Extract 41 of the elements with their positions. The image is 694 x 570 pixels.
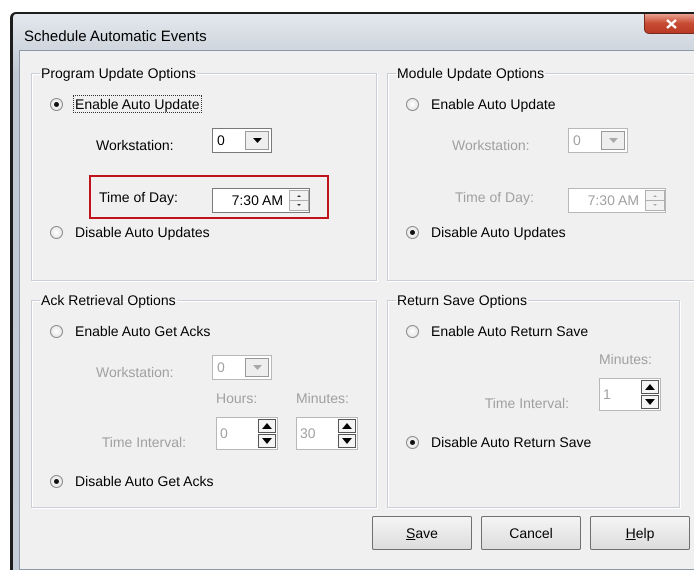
unit-label: Minutes: bbox=[296, 390, 350, 406]
radio-label[interactable]: Disable Auto Return Save bbox=[429, 433, 594, 451]
radio-button[interactable] bbox=[406, 98, 419, 110]
radio-button[interactable] bbox=[406, 226, 419, 238]
group-title: Program Update Options bbox=[40, 65, 197, 81]
field-label: Workstation: bbox=[96, 137, 175, 153]
group-title: Return Save Options bbox=[396, 292, 528, 308]
dialog-button[interactable]: Cancel bbox=[481, 516, 581, 550]
caret-icon bbox=[252, 365, 262, 370]
unit-label: Hours: bbox=[216, 390, 258, 406]
radio-button[interactable] bbox=[50, 98, 63, 110]
radio-label[interactable]: Enable Auto Return Save bbox=[429, 322, 590, 340]
radio-button[interactable] bbox=[406, 436, 419, 448]
radio-button[interactable] bbox=[50, 226, 63, 238]
dialog-button[interactable]: Save bbox=[372, 516, 472, 550]
dropdown[interactable]: 0 bbox=[212, 128, 272, 153]
field-label: Workstation: bbox=[96, 364, 175, 380]
field-label: Time Interval: bbox=[484, 395, 569, 411]
radio-button[interactable] bbox=[406, 324, 419, 338]
field-label: Time of Day: bbox=[455, 189, 535, 205]
radio-label[interactable]: Disable Auto Get Acks bbox=[73, 472, 216, 490]
close-icon bbox=[666, 18, 676, 28]
radio-button[interactable] bbox=[50, 474, 63, 488]
unit-label: Minutes: bbox=[599, 351, 653, 367]
group-title: Module Update Options bbox=[396, 65, 546, 81]
field-label: Workstation: bbox=[452, 137, 531, 153]
field-label: Time of Day: bbox=[99, 189, 179, 205]
caret-icon bbox=[608, 138, 618, 143]
radio-button[interactable] bbox=[50, 324, 63, 338]
dialog-button[interactable]: Help bbox=[590, 516, 690, 550]
window-title: Schedule Automatic Events bbox=[24, 28, 207, 45]
group-title: Ack Retrieval Options bbox=[40, 292, 177, 308]
radio-label[interactable]: Disable Auto Updates bbox=[73, 223, 212, 241]
time-spinner[interactable]: 7:30 AM bbox=[212, 188, 310, 212]
close-button[interactable] bbox=[644, 14, 694, 34]
field-label: Time Interval: bbox=[102, 434, 186, 450]
caret-icon bbox=[252, 138, 262, 143]
radio-label[interactable]: Enable Auto Update bbox=[429, 95, 558, 113]
radio-label[interactable]: Enable Auto Get Acks bbox=[73, 322, 212, 340]
radio-label[interactable]: Enable Auto Update bbox=[73, 95, 202, 113]
radio-label[interactable]: Disable Auto Updates bbox=[429, 223, 568, 241]
